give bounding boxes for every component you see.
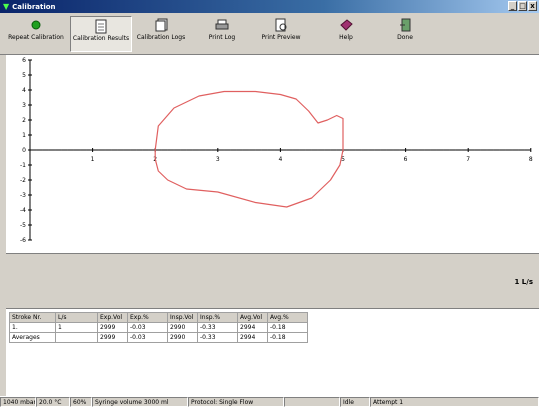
maximize-button[interactable]: □: [518, 1, 527, 11]
results-table-area: Stroke Nr. L/s Exp.Vol Exp.% Insp.Vol Insp.% A…: [6, 308, 539, 396]
status-bar: 1040 mbar 20.0 °C 60% Syringe volume 300…: [0, 396, 539, 407]
table-header: Avg.Vol: [237, 312, 268, 323]
title-bar: ▼ Calibration _ □ x: [0, 0, 539, 13]
table-cell: -0.18: [267, 332, 308, 343]
done-button[interactable]: Done: [390, 16, 420, 52]
x-tick-label: 6: [404, 156, 408, 163]
document-icon: [95, 19, 107, 33]
app-icon: ▼: [3, 2, 10, 11]
status-syringe-volume: Syringe volume 3000 ml: [92, 397, 188, 407]
x-tick-label: 4: [278, 156, 282, 163]
table-cell: 2994: [237, 332, 268, 343]
y-tick-label: -2: [20, 177, 26, 184]
table-row: 1. 1 2999 -0.03 2990 -0.33 2994 -0.18: [9, 322, 308, 333]
help-button[interactable]: Help: [332, 16, 360, 52]
table-cell: -0.33: [197, 332, 238, 343]
y-tick-label: 0: [22, 147, 26, 154]
status-attempt: Attempt 1: [370, 397, 539, 407]
repeat-calibration-button[interactable]: Repeat Calibration: [4, 16, 68, 52]
status-protocol: Protocol: Single Flow: [188, 397, 284, 407]
table-header: Insp.%: [197, 312, 238, 323]
table-cell: 1: [55, 322, 98, 333]
table-cell: Averages: [9, 332, 56, 343]
printer-icon: [215, 19, 229, 30]
table-cell: [55, 332, 98, 343]
table-header: Exp.%: [127, 312, 168, 323]
table-cell: 2990: [167, 322, 198, 333]
minimize-button[interactable]: _: [508, 1, 517, 11]
green-dot-icon: [31, 20, 41, 30]
table-cell: 2999: [97, 332, 128, 343]
y-tick-label: 4: [22, 87, 26, 94]
window-title: Calibration: [12, 2, 56, 11]
x-tick-label: 1: [91, 156, 95, 163]
print-log-button[interactable]: Print Log: [202, 16, 242, 52]
results-table: Stroke Nr. L/s Exp.Vol Exp.% Insp.Vol Insp.% A…: [9, 312, 308, 343]
table-header: Stroke Nr.: [9, 312, 56, 323]
y-tick-label: -5: [20, 222, 26, 229]
table-header: Avg.%: [267, 312, 308, 323]
table-cell: 2990: [167, 332, 198, 343]
y-tick-label: -6: [20, 237, 26, 244]
print-preview-icon: [275, 18, 286, 32]
table-cell: -0.03: [127, 332, 168, 343]
x-tick-label: 3: [216, 156, 220, 163]
y-tick-label: 1: [22, 132, 26, 139]
table-header: Exp.Vol: [97, 312, 128, 323]
exit-door-icon: [399, 18, 410, 32]
table-row: Averages 2999 -0.03 2990 -0.33 2994 -0.18: [9, 332, 308, 343]
toolbar: Repeat Calibration Calibration Results C…: [0, 13, 539, 55]
table-cell: -0.33: [197, 322, 238, 333]
table-cell: -0.18: [267, 322, 308, 333]
status-humidity: 60%: [70, 397, 92, 407]
y-tick-label: -3: [20, 192, 26, 199]
table-cell: 1.: [9, 322, 56, 333]
flow-unit-label: 1 L/s: [514, 278, 534, 286]
status-blank: [284, 397, 340, 407]
logs-icon: [155, 18, 167, 32]
y-tick-label: -1: [20, 162, 26, 169]
calibration-results-button[interactable]: Calibration Results: [70, 16, 132, 52]
y-tick-label: 3: [22, 102, 26, 109]
table-header: Insp.Vol: [167, 312, 198, 323]
table-cell: 2999: [97, 322, 128, 333]
status-temperature: 20.0 °C: [36, 397, 70, 407]
x-tick-label: 7: [466, 156, 470, 163]
window-controls: _ □ x: [508, 1, 537, 11]
table-header: L/s: [55, 312, 98, 323]
close-button[interactable]: x: [528, 1, 537, 11]
help-book-icon: [339, 19, 353, 31]
flow-volume-plot: 1 2 3 4 5 6 7 86543210-1-2-3-4-5-6: [20, 57, 533, 244]
y-tick-label: 6: [22, 57, 26, 64]
calibration-logs-button[interactable]: Calibration Logs: [134, 16, 188, 52]
info-band: 1 L/s: [6, 253, 539, 308]
status-pressure: 1040 mbar: [0, 397, 36, 407]
print-preview-button[interactable]: Print Preview: [256, 16, 306, 52]
calibration-chart: 1 2 3 4 5 6 7 8 6 5 4 3 2 1 0 -1 -2 -3 -4 -5 -6: [6, 55, 539, 253]
y-tick-label: 2: [22, 117, 26, 124]
y-tick-label: 5: [22, 72, 26, 79]
status-state: Idle: [340, 397, 370, 407]
table-cell: -0.03: [127, 322, 168, 333]
x-tick-label: 8: [529, 156, 533, 163]
table-cell: 2994: [237, 322, 268, 333]
y-tick-label: -4: [20, 207, 26, 214]
